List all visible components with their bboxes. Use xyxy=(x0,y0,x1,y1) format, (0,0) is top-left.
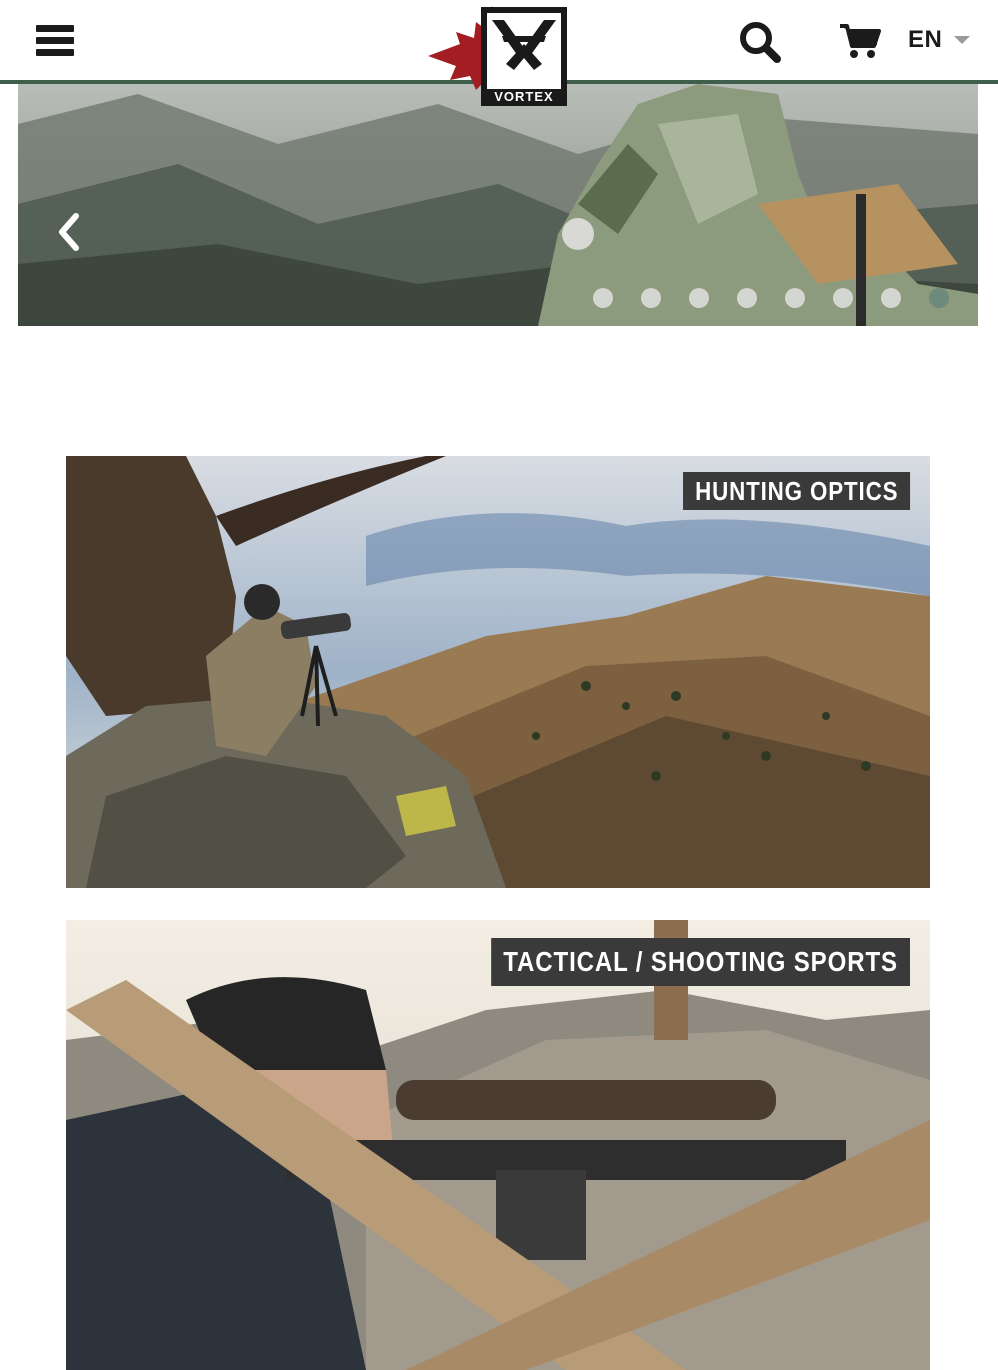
language-label: EN xyxy=(908,26,943,53)
tactical-image xyxy=(66,920,930,1370)
shopping-cart-icon[interactable] xyxy=(838,22,882,60)
carousel-dot[interactable] xyxy=(737,288,757,308)
hunting-optics-image xyxy=(66,456,930,888)
search-icon[interactable] xyxy=(738,20,782,64)
carousel-dot[interactable] xyxy=(593,288,613,308)
carousel-dot[interactable] xyxy=(641,288,661,308)
carousel-dot[interactable] xyxy=(881,288,901,308)
menu-bar xyxy=(36,37,74,44)
carousel-dot[interactable] xyxy=(689,288,709,308)
tactical-shooting-sports-tile[interactable]: TACTICAL / SHOOTING SPORTS xyxy=(66,920,930,1370)
logo-text: VORTEX xyxy=(494,89,553,104)
carousel-pagination xyxy=(593,288,949,308)
carousel-dot[interactable] xyxy=(785,288,805,308)
menu-bar xyxy=(36,25,74,32)
tile-label: TACTICAL / SHOOTING SPORTS xyxy=(491,938,910,986)
language-selector[interactable]: EN xyxy=(908,24,971,56)
carousel-dot[interactable] xyxy=(833,288,853,308)
hero-carousel[interactable] xyxy=(18,84,978,326)
menu-bar xyxy=(36,49,74,56)
tile-label: HUNTING OPTICS xyxy=(682,472,910,510)
vortex-logo[interactable]: VORTEX xyxy=(426,4,572,108)
hamburger-menu-icon[interactable] xyxy=(36,22,76,58)
caret-down-icon xyxy=(954,36,971,44)
hunting-optics-tile[interactable]: HUNTING OPTICS xyxy=(66,456,930,888)
carousel-dot-active[interactable] xyxy=(929,288,949,308)
chevron-left-icon[interactable] xyxy=(52,210,86,254)
